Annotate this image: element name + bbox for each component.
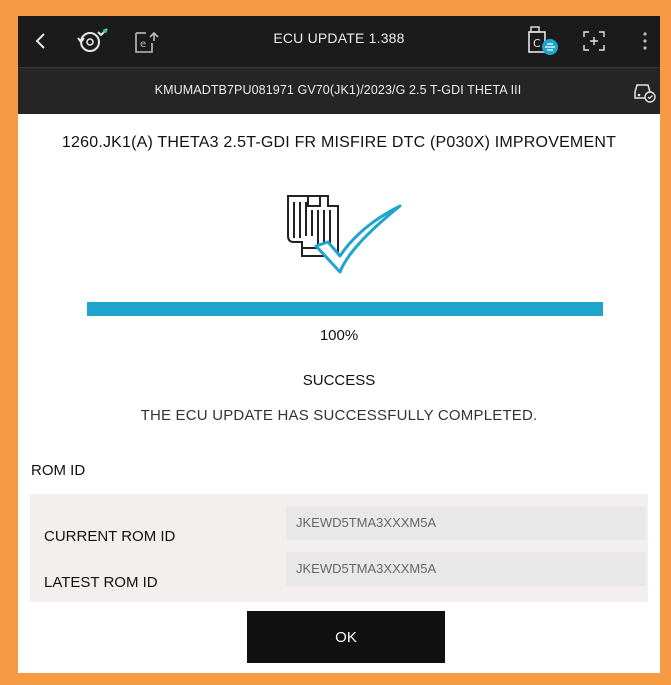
ecu-update-success-icon [280,186,410,276]
update-title: 1260.JK1(A) THETA3 2.5T-GDI FR MISFIRE D… [61,134,617,151]
diagnostic-sync-icon[interactable] [74,25,110,57]
back-icon[interactable] [28,28,54,54]
rom-id-table: CURRENT ROM ID JKEWD5TMA3XXXM5A LATEST R… [30,494,648,602]
progress-fill [87,302,603,316]
ok-button[interactable]: OK [247,611,445,663]
rom-id-section-title: ROM ID [31,462,86,479]
progress-bar [87,302,603,316]
vehicle-info: KMUMADTB7PU081971 GV70(JK1)/2023/G 2.5 T… [154,83,522,97]
latest-rom-id-value: JKEWD5TMA3XXXM5A [286,552,646,586]
status-text: SUCCESS [302,372,376,389]
app-window: e ECU UPDATE 1.388 C KMUMADTB7PU081971 G… [18,16,660,673]
vehicle-check-icon[interactable] [630,77,658,105]
current-rom-id-value: JKEWD5TMA3XXXM5A [286,506,646,540]
latest-rom-id-label: LATEST ROM ID [44,574,158,591]
svg-text:C: C [533,37,541,50]
capture-icon[interactable] [580,28,608,54]
svg-text:e: e [140,39,146,50]
screen-title: ECU UPDATE 1.388 [273,30,405,46]
status-message: THE ECU UPDATE HAS SUCCESSFULLY COMPLETE… [140,407,538,424]
progress-percent: 100% [319,327,359,344]
vci-connection-icon[interactable]: C [524,24,560,58]
top-bar: e ECU UPDATE 1.388 C [18,16,660,67]
current-rom-id-label: CURRENT ROM ID [44,528,176,545]
vehicle-info-bar: KMUMADTB7PU081971 GV70(JK1)/2023/G 2.5 T… [18,67,660,114]
document-upload-icon[interactable]: e [130,26,162,56]
more-options-icon[interactable] [638,28,652,54]
